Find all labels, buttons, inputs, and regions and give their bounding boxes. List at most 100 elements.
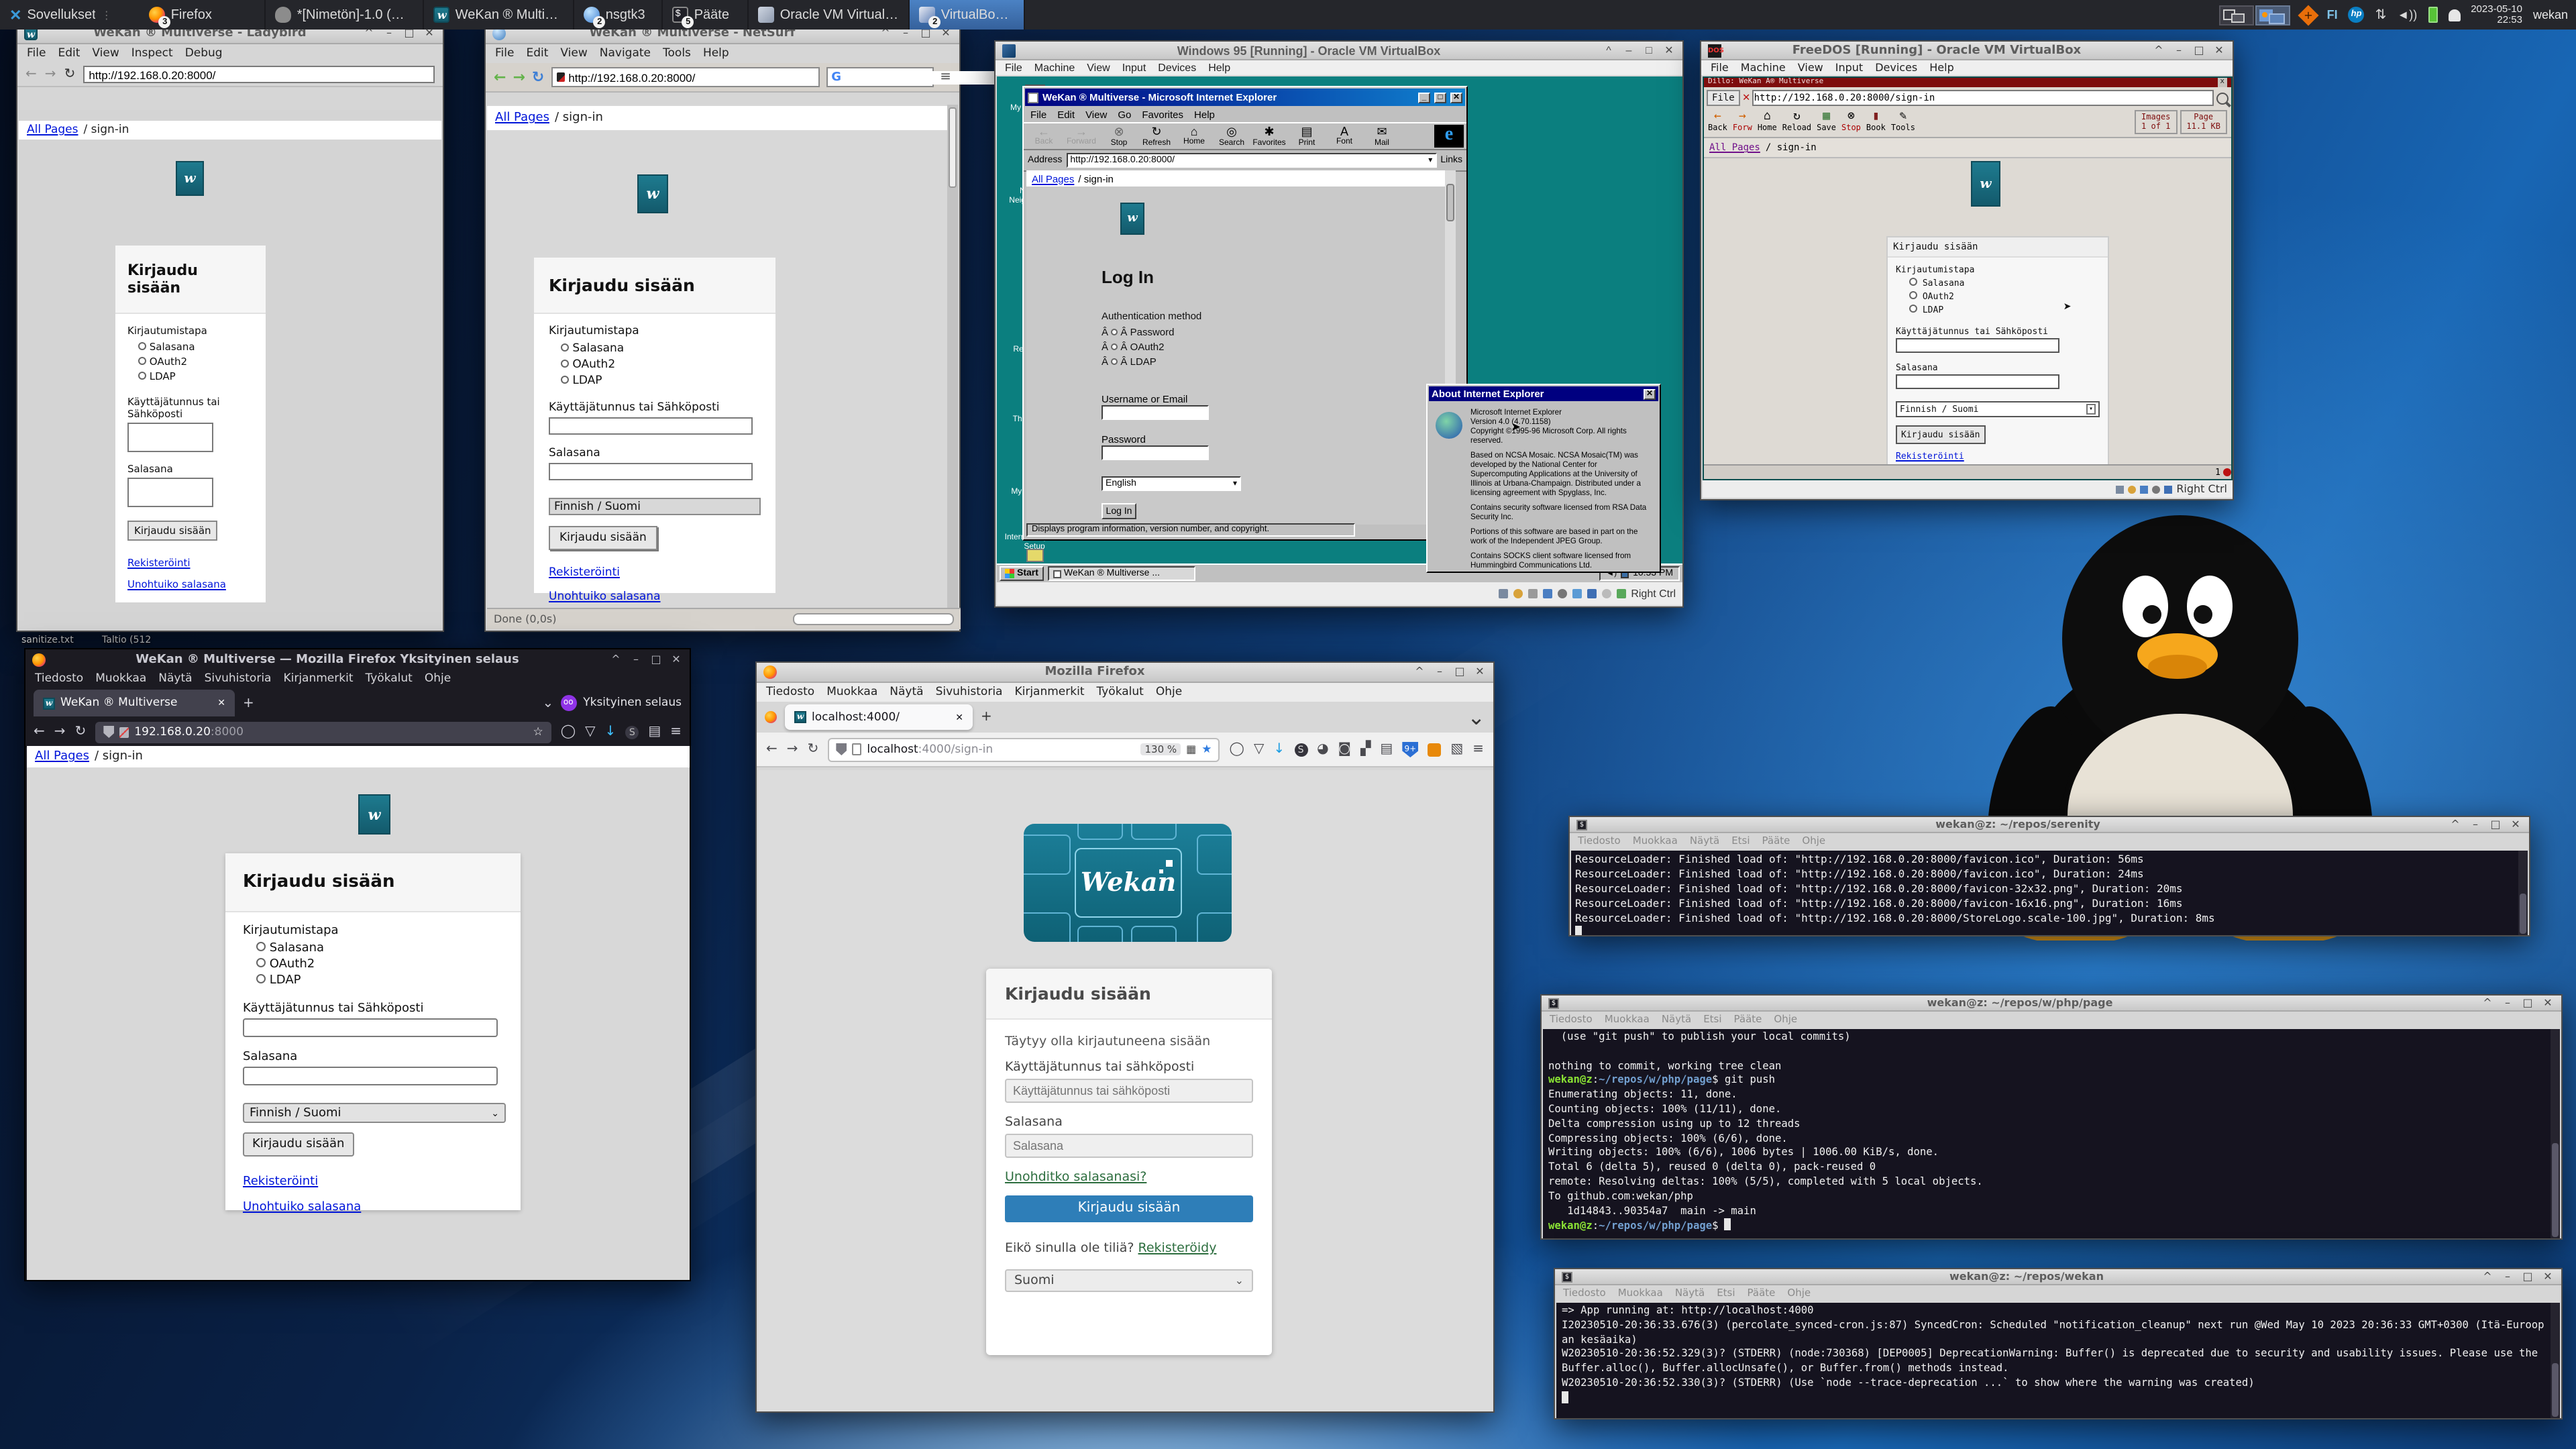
dillo-back-button[interactable]: ←Back	[1708, 110, 1727, 133]
menu-view[interactable]: View	[1087, 62, 1110, 74]
minimize-button[interactable]: –	[2501, 996, 2514, 1010]
breadcrumb-all-pages-link[interactable]: All Pages	[1709, 142, 1760, 153]
radio-ldap[interactable]	[138, 372, 146, 380]
panel-clock[interactable]: 2023-05-10 22:53	[2471, 4, 2522, 25]
extension-grid-icon[interactable]: ▞	[1360, 742, 1371, 757]
ie-font-button[interactable]: AFont	[1327, 125, 1362, 148]
radio-salasana[interactable]	[256, 942, 266, 951]
shade-button[interactable]: ^	[1413, 665, 1426, 679]
forward-icon[interactable]: →	[54, 724, 66, 739]
vbox-titlebar[interactable]: Windows 95 [Running] - Oracle VM Virtual…	[996, 42, 1682, 60]
dillo-url-input[interactable]	[1753, 90, 2214, 106]
radio-oauth2[interactable]	[1111, 343, 1118, 350]
close-button[interactable]: ✕	[669, 653, 683, 666]
password-input[interactable]	[1005, 1134, 1253, 1158]
forward-icon[interactable]: →	[513, 68, 525, 86]
insecure-padlock-icon[interactable]	[119, 727, 129, 737]
menu-file[interactable]: File	[495, 47, 514, 60]
notification-bell-icon[interactable]	[2448, 9, 2460, 21]
titlebar[interactable]: $ wekan@z: ~/repos/serenity ^ – □ ✕	[1570, 817, 2529, 833]
menu-paate[interactable]: Pääte	[1748, 1287, 1776, 1299]
menu-kirjanmerkit[interactable]: Kirjanmerkit	[283, 672, 353, 686]
menu-help[interactable]: Help	[1208, 62, 1230, 74]
vertical-scrollbar[interactable]	[947, 105, 958, 608]
menu-help[interactable]: Help	[1929, 62, 1954, 74]
radio-oauth2[interactable]	[1909, 291, 1917, 299]
app-menu-icon[interactable]: ≡	[670, 724, 682, 739]
desktop-file-sanitize[interactable]: sanitize.txt	[21, 635, 74, 645]
extension-s-icon[interactable]: S	[625, 725, 639, 739]
menu-sivuhistoria[interactable]: Sivuhistoria	[205, 672, 272, 686]
menu-etsi[interactable]: Etsi	[1703, 1013, 1721, 1025]
reload-icon[interactable]: ↻	[75, 724, 87, 739]
menu-ohje[interactable]: Ohje	[1802, 835, 1825, 847]
hp-tray-icon[interactable]: hp	[2349, 7, 2365, 23]
zoom-level-badge[interactable]: 130 %	[1141, 743, 1181, 755]
download-icon[interactable]: ↓	[605, 724, 616, 739]
extension-orange-icon[interactable]	[1428, 743, 1441, 756]
menu-tyokalut[interactable]: Työkalut	[366, 672, 413, 686]
shade-button[interactable]: ^	[2481, 996, 2494, 1010]
forgot-password-link[interactable]: Unohditko salasanasi?	[1005, 1170, 1146, 1185]
password-input[interactable]	[1102, 445, 1209, 460]
menu-view[interactable]: View	[1085, 109, 1107, 121]
picture-in-picture-icon[interactable]: ▦	[1186, 743, 1196, 755]
ie-favorites-button[interactable]: ✱Favorites	[1252, 125, 1287, 148]
radio-ldap[interactable]	[1111, 358, 1118, 365]
menu-tiedosto[interactable]: Tiedosto	[1550, 1013, 1593, 1025]
tab-close-icon[interactable]: ✕	[217, 698, 225, 708]
sidebar-icon[interactable]: ▧	[1450, 742, 1463, 757]
forgot-password-link[interactable]: Unohtuiko salasana	[243, 1201, 361, 1214]
applications-menu-button[interactable]: ✕ Sovellukset ⋮	[0, 0, 121, 30]
maximize-button[interactable]: □	[2521, 996, 2534, 1010]
dillo-tools-button[interactable]: ✎Tools	[1891, 110, 1915, 133]
titlebar[interactable]: WeKan ® Multiverse — Mozilla Firefox Yks…	[25, 649, 690, 669]
username-input[interactable]	[243, 1018, 498, 1037]
close-icon[interactable]: x	[2217, 78, 2227, 87]
extension-ud-icon[interactable]: ◙	[1338, 742, 1351, 757]
menu-file[interactable]: File	[27, 47, 46, 60]
taskbar-item-terminal[interactable]: $ Pääte 5	[663, 0, 749, 30]
minimize-button[interactable]: –	[2501, 1270, 2514, 1283]
taskbar-item-firefox[interactable]: Firefox 3	[140, 0, 266, 30]
menu-nayta[interactable]: Näytä	[158, 672, 192, 686]
forward-icon[interactable]: →	[787, 742, 798, 757]
radio-password[interactable]	[138, 342, 146, 350]
dillo-save-button[interactable]: ▦Save	[1817, 110, 1836, 133]
signin-button[interactable]: Kirjaudu sisään	[1896, 425, 1985, 444]
menu-machine[interactable]: Machine	[1034, 62, 1075, 74]
forward-icon[interactable]: →	[45, 67, 56, 82]
forgot-password-link[interactable]: Unohtuiko salasana	[549, 590, 661, 604]
breadcrumb-all-pages-link[interactable]: All Pages	[27, 123, 78, 137]
vertical-scrollbar[interactable]	[2551, 1303, 2560, 1418]
menu-devices[interactable]: Devices	[1875, 62, 1917, 74]
maximize-button[interactable]: □	[2521, 1270, 2534, 1283]
tab-list-dropdown-icon[interactable]: ⌄	[542, 696, 553, 710]
radio-salasana[interactable]	[1909, 278, 1917, 286]
menu-nayta[interactable]: Näytä	[1662, 1013, 1691, 1025]
menu-tyokalut[interactable]: Työkalut	[1097, 686, 1144, 699]
url-bar[interactable]: localhost:4000/sign-in 130 % ▦ ★	[828, 737, 1220, 761]
network-tray-icon[interactable]: ⇅	[2375, 7, 2387, 22]
breadcrumb-all-pages-link[interactable]: All Pages	[1032, 172, 1074, 184]
menu-view[interactable]: View	[92, 47, 119, 60]
account-icon[interactable]: ◯	[561, 724, 576, 739]
maximize-button[interactable]: □	[1642, 44, 1656, 57]
close-button[interactable]: ✕	[1473, 665, 1487, 679]
close-button[interactable]: ✕	[1644, 388, 1656, 399]
register-link[interactable]: Rekisteröinti	[127, 557, 191, 569]
close-button[interactable]: ✕	[2212, 44, 2226, 57]
ie-back-button[interactable]: ←Back	[1026, 125, 1061, 148]
dillo-reload-button[interactable]: ↻Reload	[1782, 110, 1811, 133]
menu-help[interactable]: Help	[703, 47, 729, 60]
menu-input[interactable]: Input	[1835, 62, 1863, 74]
tab-list-dropdown-icon[interactable]: ⌄	[1467, 704, 1485, 730]
extension-s-icon[interactable]: S	[1294, 743, 1307, 756]
protections-shield-icon[interactable]: ▽	[585, 724, 595, 739]
menu-muokkaa[interactable]: Muokkaa	[95, 672, 146, 686]
menu-edit[interactable]: Edit	[58, 47, 80, 60]
ie-refresh-button[interactable]: ↻Refresh	[1139, 125, 1174, 148]
tab-close-icon[interactable]: ✕	[955, 712, 963, 722]
reload-icon[interactable]: ↻	[532, 68, 544, 86]
back-icon[interactable]: ←	[766, 742, 777, 757]
